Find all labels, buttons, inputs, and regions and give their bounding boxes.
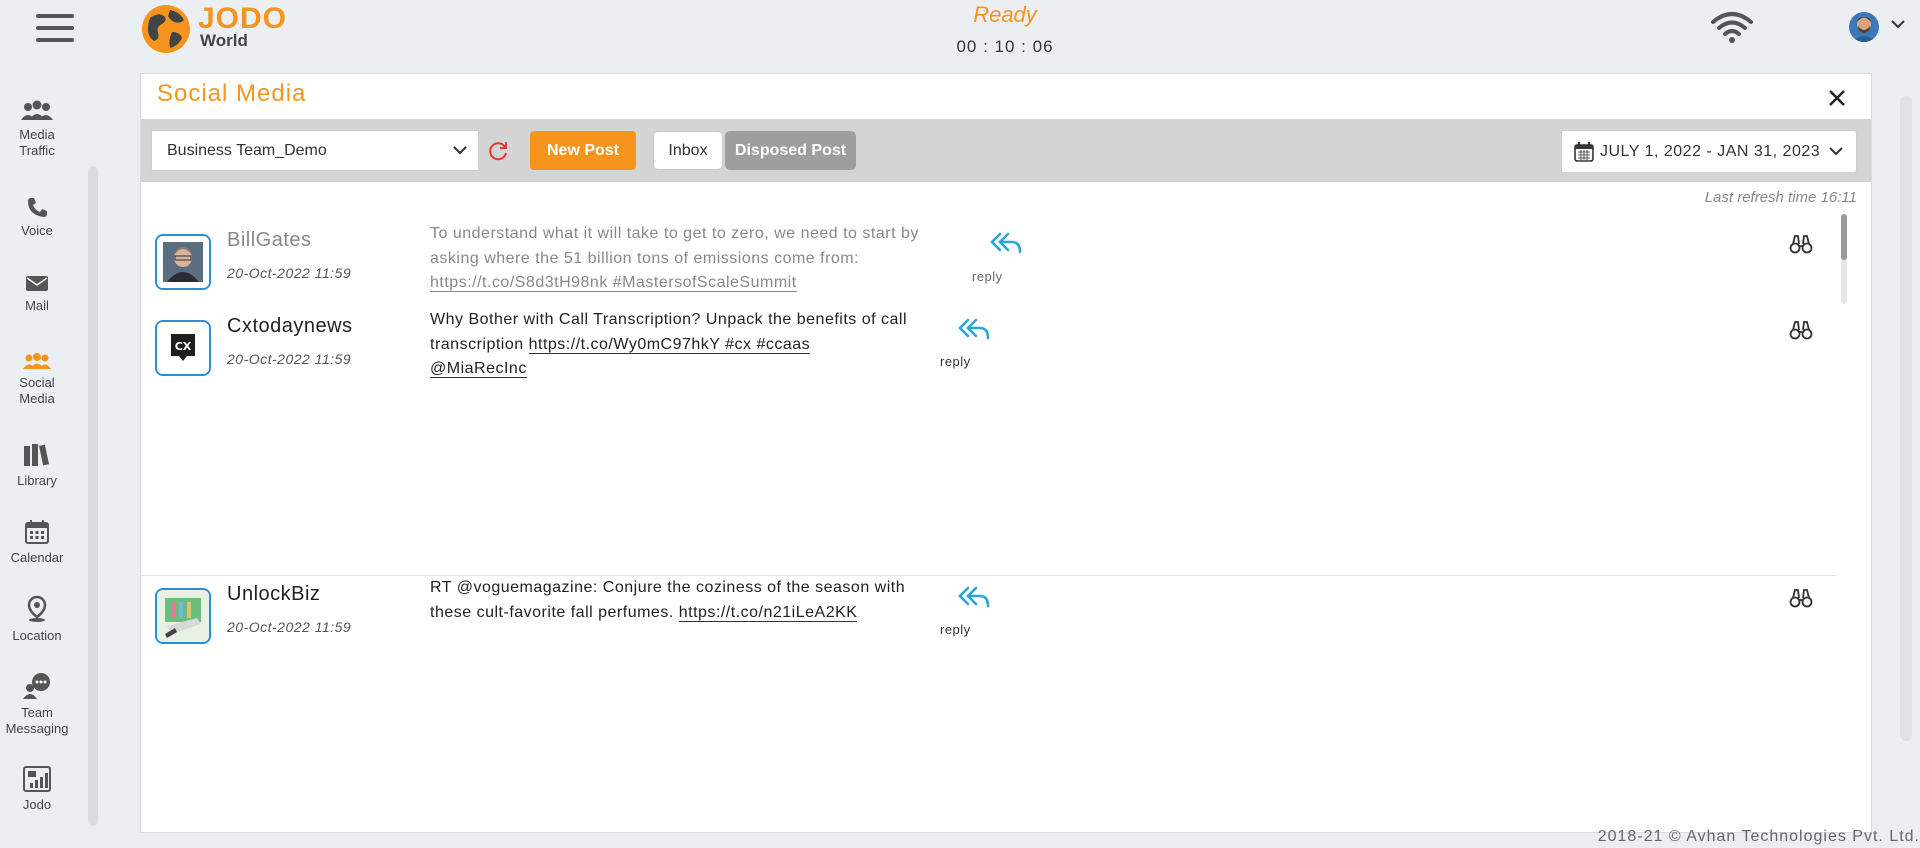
- users-icon: [23, 353, 51, 369]
- inbox-button[interactable]: Inbox: [653, 131, 723, 170]
- scrollbar-thumb[interactable]: [1841, 214, 1847, 260]
- sidebar-item-label: Team Messaging: [5, 705, 69, 736]
- list-divider: [141, 575, 1837, 576]
- media-traffic-icon: [21, 100, 53, 120]
- panel-title: Social Media: [157, 80, 307, 107]
- binoculars-icon[interactable]: [1789, 234, 1813, 254]
- post-avatar: [155, 234, 211, 290]
- sidebar-item-label: Media Traffic: [19, 127, 55, 158]
- sidebar-item-label: Calendar: [10, 550, 64, 565]
- post-avatar: [155, 588, 211, 644]
- team-select[interactable]: Business Team_Demo: [151, 130, 479, 171]
- post-link[interactable]: https://t.co/S8d3tH98nk #MastersofScaleS…: [430, 274, 797, 292]
- social-media-panel: Social Media Business Team_Demo New Post…: [140, 73, 1872, 833]
- user-avatar[interactable]: [1849, 12, 1879, 42]
- footer-copyright: 2018-21 © Avhan Technologies Pvt. Ltd.: [1597, 828, 1920, 845]
- reply-label[interactable]: reply: [940, 354, 971, 369]
- sidebar-item-label: Voice: [21, 223, 53, 238]
- left-sidebar: Media Traffic Voice Mail Social Media Li…: [0, 92, 74, 822]
- sidebar-item-calendar[interactable]: Calendar: [0, 519, 74, 566]
- post-body: To understand what it will take to get t…: [430, 225, 919, 267]
- globe-icon: [142, 5, 190, 53]
- team-select-value: Business Team_Demo: [167, 142, 327, 159]
- reply-all-icon[interactable]: [990, 232, 1022, 254]
- reply-all-icon[interactable]: [958, 318, 990, 340]
- phone-icon: [28, 198, 47, 217]
- date-range-picker[interactable]: JULY 1, 2022 - JAN 31, 2023: [1561, 130, 1857, 173]
- sidebar-item-label: Library: [17, 473, 57, 488]
- sidebar-item-voice[interactable]: Voice: [0, 196, 74, 239]
- binoculars-icon[interactable]: [1789, 320, 1813, 340]
- new-post-button[interactable]: New Post: [530, 131, 636, 170]
- sidebar-item-mail[interactable]: Mail: [0, 273, 74, 314]
- post-link[interactable]: https://t.co/n21iLeA2KK: [678, 603, 858, 622]
- sidebar-item-label: Location: [12, 628, 62, 643]
- last-refresh-time: Last refresh time 16:11: [1704, 189, 1857, 206]
- svg-text:CX: CX: [175, 340, 192, 353]
- logo-world-text: World: [200, 31, 248, 50]
- post-author[interactable]: UnlockBiz: [227, 583, 320, 606]
- chevron-down-icon: [1829, 147, 1843, 156]
- jodo-world-logo: JODO World: [140, 2, 300, 54]
- sidebar-item-media-traffic[interactable]: Media Traffic: [0, 100, 74, 159]
- refresh-icon[interactable]: [486, 139, 510, 163]
- post-avatar: CX: [155, 320, 211, 376]
- disposed-post-button[interactable]: Disposed Post: [725, 131, 856, 170]
- post-list-scrollbar[interactable]: [1841, 214, 1847, 304]
- post-text: Why Bother with Call Transcription? Unpa…: [430, 308, 950, 382]
- session-timer: 00 : 10 : 06: [956, 37, 1054, 56]
- post-text: RT @voguemagazine: Conjure the coziness …: [430, 576, 950, 625]
- location-icon: [27, 595, 47, 622]
- close-icon[interactable]: [1826, 87, 1848, 109]
- sidebar-scrollbar[interactable]: [88, 166, 98, 826]
- post-time: 20-Oct-2022 11:59: [227, 619, 352, 635]
- mail-icon: [26, 276, 48, 291]
- calendar-icon: [1574, 142, 1594, 162]
- post-text: To understand what it will take to get t…: [430, 222, 950, 296]
- reply-all-icon[interactable]: [958, 586, 990, 608]
- chat-icon: [23, 673, 50, 699]
- toolbar: Business Team_Demo New Post Inbox Dispos…: [141, 119, 1871, 182]
- sidebar-item-social-media[interactable]: Social Media: [0, 352, 74, 407]
- calendar-icon: [25, 520, 49, 544]
- date-range-value: JULY 1, 2022 - JAN 31, 2023: [1600, 143, 1821, 160]
- reply-label[interactable]: reply: [940, 622, 971, 637]
- sidebar-item-label: Social Media: [19, 375, 55, 406]
- top-bar: JODO World Ready 00 : 10 : 06: [0, 0, 1920, 66]
- hamburger-menu-icon[interactable]: [36, 14, 74, 42]
- post-time: 20-Oct-2022 11:59: [227, 351, 352, 367]
- post-author[interactable]: BillGates: [227, 229, 312, 252]
- library-icon: [24, 444, 50, 466]
- sidebar-item-team-messaging[interactable]: Team Messaging: [0, 672, 74, 737]
- reply-label[interactable]: reply: [972, 269, 1003, 284]
- wifi-icon: [1711, 12, 1753, 43]
- logo-jodo-text: JODO: [198, 2, 288, 35]
- sidebar-item-label: Jodo: [22, 797, 52, 812]
- post-time: 20-Oct-2022 11:59: [227, 265, 352, 281]
- report-icon: [23, 766, 51, 792]
- post-mention-link[interactable]: @MiaRecInc: [430, 360, 527, 378]
- post-author[interactable]: Cxtodaynews: [227, 315, 353, 338]
- chevron-down-icon[interactable]: [1890, 18, 1906, 30]
- sidebar-item-label: Mail: [25, 298, 49, 313]
- sidebar-item-location[interactable]: Location: [0, 595, 74, 644]
- sidebar-item-library[interactable]: Library: [0, 442, 74, 489]
- page-scrollbar[interactable]: [1900, 96, 1912, 741]
- chevron-down-icon: [453, 146, 467, 155]
- sidebar-item-jodo[interactable]: Jodo: [0, 766, 74, 813]
- agent-status[interactable]: Ready: [900, 2, 1110, 28]
- post-link[interactable]: https://t.co/Wy0mC97hkY #cx #ccaas: [528, 335, 811, 354]
- binoculars-icon[interactable]: [1789, 588, 1813, 608]
